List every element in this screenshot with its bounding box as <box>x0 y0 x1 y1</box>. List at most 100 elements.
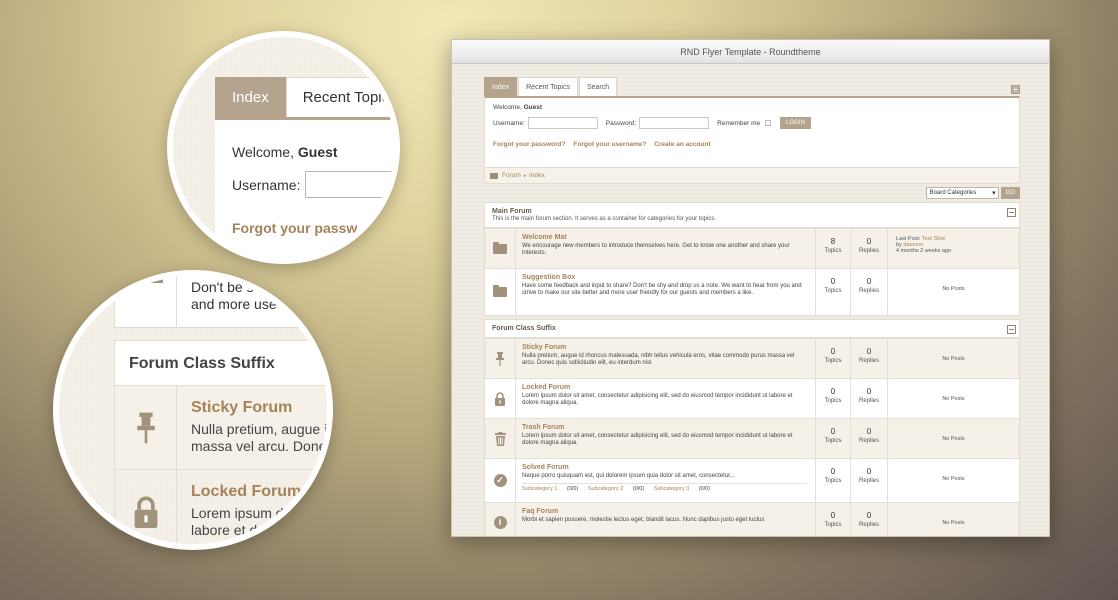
collapse-category-icon[interactable] <box>1007 325 1016 334</box>
tab-recent-topics[interactable]: Recent Topics <box>518 77 578 96</box>
forum-icon-cell: ✓ <box>485 459 516 502</box>
forum-row: Welcome Mat We encourage new members to … <box>485 228 1019 268</box>
forum-title[interactable]: Welcome Mat <box>522 234 809 241</box>
forum-info: Sticky Forum Nulla pretium, augue i mass… <box>177 386 327 469</box>
last-post-time: 4 months 2 weeks ago <box>896 248 952 254</box>
forum-icon-cell <box>485 419 516 458</box>
zoomed-forum-description: Don't be s and more use <box>177 276 291 327</box>
forum-info: Suggestion Box Have some feedback and in… <box>516 269 816 315</box>
trash-icon <box>494 431 506 446</box>
welcome-text: Welcome, Guest <box>232 144 394 160</box>
tab-recent-topics[interactable]: Recent Topic <box>285 77 394 117</box>
topics-count: 0 <box>830 511 836 520</box>
forum-icon-cell <box>485 339 516 378</box>
username-input[interactable] <box>527 117 598 129</box>
category-title[interactable]: Main Forum <box>492 208 1012 215</box>
folder-icon <box>493 285 507 297</box>
forum-title[interactable]: Locked Forum <box>522 384 809 391</box>
login-row: Username: Password: Remember me LOGIN <box>493 117 1011 129</box>
topics-count: 0 <box>830 347 836 356</box>
window-body: Index Recent Topics Search Welcome, Gues… <box>452 64 1049 536</box>
forum-description: Lorem ipsum do labore et dolo <box>191 505 301 539</box>
forum-info: Faq Forum Morbi et sapien posuere, moles… <box>516 503 816 536</box>
forum-title[interactable]: Locked Forum <box>191 483 301 501</box>
zoomed-category-title[interactable]: Forum Class Suffix <box>114 340 327 386</box>
forum-description: Lorem ipsum dolor sit amet, consectetur … <box>522 433 793 447</box>
forum-info: Welcome Mat We encourage new members to … <box>516 229 816 268</box>
description-line: Lorem ipsum do <box>191 505 292 521</box>
subcategory-link[interactable]: Subcategory 2 (0/0) <box>588 486 644 492</box>
forum-title[interactable]: Sticky Forum <box>191 399 327 417</box>
forum-icon-cell <box>485 379 516 418</box>
replies-label: Replies <box>858 478 879 484</box>
breadcrumb-forum[interactable]: Forum <box>502 168 521 184</box>
collapse-icon[interactable] <box>1011 85 1020 94</box>
forum-row: Sticky Forum Nulla pretium, augue id rho… <box>485 338 1019 378</box>
forum-row: Trash Forum Lorem ipsum dolor sit amet, … <box>485 418 1019 458</box>
forum-title[interactable]: Solved Forum <box>522 464 809 471</box>
topics-count: 0 <box>830 467 836 476</box>
board-categories-select[interactable]: Board Categories <box>925 187 999 199</box>
forum-title[interactable]: Suggestion Box <box>522 274 809 281</box>
forgot-username-link[interactable]: Forgot your username? <box>573 141 646 148</box>
topics-cell: 0 Topics <box>816 459 851 502</box>
topics-label: Topics <box>824 248 842 254</box>
no-posts: No Posts <box>942 396 965 402</box>
replies-label: Replies <box>858 522 879 528</box>
login-button[interactable]: LOGIN <box>780 117 811 129</box>
password-label: Password: <box>605 119 637 127</box>
zoomed-forums: Don't be s and more use Forum Class Suff… <box>114 276 327 544</box>
folder-icon <box>493 241 507 254</box>
breadcrumb-index[interactable]: index <box>529 168 545 184</box>
no-posts: No Posts <box>942 356 965 362</box>
subcategory-link[interactable]: Subcategory 1 (0/0) <box>522 486 578 492</box>
zoomed-suggestion-row: Don't be s and more use <box>114 276 327 328</box>
forum-title[interactable]: Faq Forum <box>522 508 809 515</box>
zoom-lens-forums: Don't be s and more use Forum Class Suff… <box>53 270 333 550</box>
tab-index[interactable]: Index <box>484 77 518 96</box>
pin-icon <box>136 412 155 443</box>
forum-row: i Faq Forum Morbi et sapien posuere, mol… <box>485 502 1019 536</box>
remember-checkbox[interactable] <box>765 120 772 126</box>
replies-count: 0 <box>866 347 872 356</box>
account-links: Forgot your password? Forgot your userna… <box>493 141 1011 148</box>
category-title[interactable]: Forum Class Suffix <box>492 325 1012 332</box>
tab-search[interactable]: Search <box>578 77 618 96</box>
forum-content: Index Recent Topics Search Welcome, Gues… <box>484 77 1020 536</box>
zoomed-tabs: Index Recent Topic <box>215 77 394 117</box>
topics-count: 8 <box>830 237 836 246</box>
board-jump: Board Categories GO <box>484 187 1020 199</box>
username-input[interactable] <box>305 171 394 198</box>
go-button[interactable]: GO <box>1000 187 1020 199</box>
folder-icon <box>490 172 498 179</box>
forum-title[interactable]: Trash Forum <box>522 424 809 431</box>
breadcrumb: Forum ▸ index <box>484 168 1020 184</box>
zoomed-login: Index Recent Topic Welcome, Guest Userna… <box>215 77 394 258</box>
topics-count: 0 <box>830 387 836 396</box>
forum-tabs: Index Recent Topics Search <box>484 77 1020 96</box>
forum-description: Nulla pretium, augue id rhoncus malesuad… <box>522 353 795 367</box>
description-line: massa vel arcu. Done <box>191 437 327 454</box>
tab-index[interactable]: Index <box>215 77 286 117</box>
collapse-category-icon[interactable] <box>1007 208 1016 217</box>
welcome-prefix: Welcome, <box>493 104 522 111</box>
topics-cell: 0 Topics <box>816 419 851 458</box>
forum-icon-cell: i <box>485 503 516 536</box>
replies-label: Replies <box>858 438 879 444</box>
last-post-link[interactable]: Test Slive <box>922 236 946 242</box>
topics-cell: 0 Topics <box>816 379 851 418</box>
forgot-password-link[interactable]: Forgot your passw <box>232 220 394 236</box>
password-input[interactable] <box>639 117 710 129</box>
welcome-text: Welcome, Guest <box>493 104 1011 111</box>
topics-label: Topics <box>824 288 842 294</box>
subcategory-link[interactable]: Subcategory 3 (0/0) <box>654 486 710 492</box>
topics-label: Topics <box>824 522 842 528</box>
login-box: Welcome, Guest Username: Password: Remem… <box>484 96 1020 168</box>
replies-cell: 0 Replies <box>851 269 888 315</box>
forum-icon-cell <box>485 229 516 268</box>
forgot-password-link[interactable]: Forgot your password? <box>493 141 566 148</box>
forum-title[interactable]: Sticky Forum <box>522 344 809 351</box>
topics-label: Topics <box>824 478 842 484</box>
replies-count: 0 <box>866 237 872 246</box>
create-account-link[interactable]: Create an account <box>654 141 710 148</box>
